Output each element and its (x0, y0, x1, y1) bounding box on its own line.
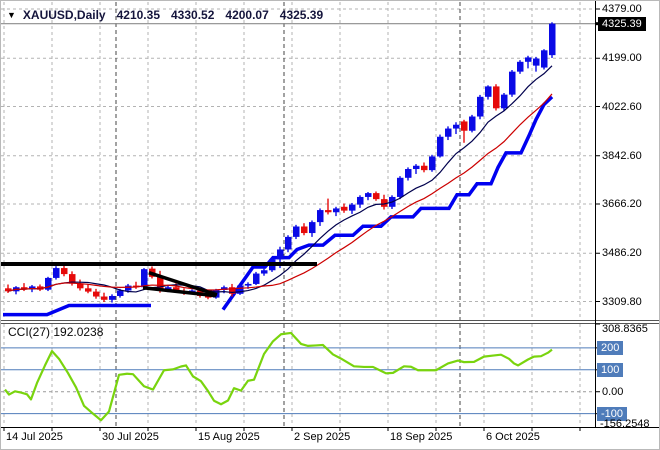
candle-body (429, 156, 436, 170)
price-axis-label: 3309.80 (602, 295, 642, 309)
candle-body (525, 57, 532, 61)
candle-body (501, 95, 508, 109)
candle-body (125, 286, 132, 291)
candle-body (237, 286, 244, 294)
candle-body (293, 226, 300, 236)
candle-body (309, 222, 316, 233)
candle-body (341, 207, 348, 211)
chart-title-bar: ▼ XAUUSD,Daily 4210.35 4330.52 4200.07 4… (7, 8, 323, 22)
candle-body (109, 296, 116, 300)
candle-body (509, 72, 516, 95)
cci-level-badge: 100 (597, 363, 623, 377)
candle-body (301, 226, 308, 233)
price-axis-label: 4022.60 (602, 100, 642, 114)
cci-zero-label: 0.00 (602, 385, 623, 399)
candle-body (485, 86, 492, 96)
price-axis-label: 4199.00 (602, 51, 642, 65)
trail-stop-segment (3, 306, 151, 315)
candle-body (445, 129, 452, 137)
candle-body (101, 297, 108, 300)
candle-body (477, 97, 484, 117)
candle-body (261, 270, 268, 273)
symbol-title: XAUUSD,Daily (23, 8, 106, 22)
candle-body (85, 288, 92, 291)
time-axis-label: 14 Jul 2025 (6, 431, 63, 443)
candle-body (277, 249, 284, 259)
time-axis-label: 6 Oct 2025 (486, 431, 540, 443)
candle-body (517, 62, 524, 72)
candle-body (93, 292, 100, 297)
time-axis-label: 18 Sep 2025 (390, 431, 452, 443)
price-axis-label: 3666.20 (602, 197, 642, 211)
indicator-label: CCI(27) 192.0238 (8, 325, 103, 339)
candle-body (373, 193, 380, 199)
candle-body (349, 205, 356, 211)
candle-body (365, 193, 372, 197)
candle-body (245, 284, 252, 286)
candle-body (333, 208, 340, 212)
candle-body (493, 86, 500, 108)
ohlc-low: 4200.07 (225, 8, 268, 22)
candle-body (397, 178, 404, 197)
chart-canvas[interactable] (1, 1, 660, 450)
time-axis-label: 15 Aug 2025 (198, 431, 260, 443)
candles-layer (5, 22, 556, 302)
candle-body (549, 24, 556, 55)
candle-body (541, 50, 548, 67)
candle-body (469, 117, 476, 131)
candle-body (61, 268, 68, 274)
cci-level-badge: 200 (597, 341, 623, 355)
candle-body (533, 59, 540, 66)
cci-indicator-line (5, 333, 552, 420)
main-chart-grid (1, 2, 595, 426)
candle-body (285, 237, 292, 250)
candle-body (405, 169, 412, 178)
candle-body (117, 291, 124, 296)
candle-body (421, 166, 428, 170)
candle-body (325, 210, 332, 212)
ohlc-high: 4330.52 (171, 8, 214, 22)
candle-body (437, 137, 444, 157)
candle-body (141, 269, 148, 287)
trading-chart-window: ▼ XAUUSD,Daily 4210.35 4330.52 4200.07 4… (0, 0, 660, 450)
ohlc-open: 4210.35 (117, 8, 160, 22)
candle-body (317, 210, 324, 222)
symbol-dropdown-icon[interactable]: ▼ (7, 10, 16, 20)
current-price-label: 4325.39 (598, 17, 646, 31)
candle-body (453, 125, 460, 129)
price-axis-label: 3486.20 (602, 246, 642, 260)
time-axis-label: 2 Sep 2025 (294, 431, 350, 443)
candle-body (357, 197, 364, 205)
price-axis-label: 3842.60 (602, 149, 642, 163)
candle-body (53, 268, 60, 278)
cci-scale-max-label: 308.8365 (602, 322, 648, 336)
candle-body (413, 166, 420, 169)
ohlc-close: 4325.39 (280, 8, 323, 22)
candle-body (253, 274, 260, 284)
time-axis-label: 30 Jul 2025 (102, 431, 159, 443)
price-axis-label: 4379.00 (602, 2, 642, 16)
candle-body (461, 121, 468, 130)
cci-scale-min-label: -156.2548 (600, 417, 650, 431)
